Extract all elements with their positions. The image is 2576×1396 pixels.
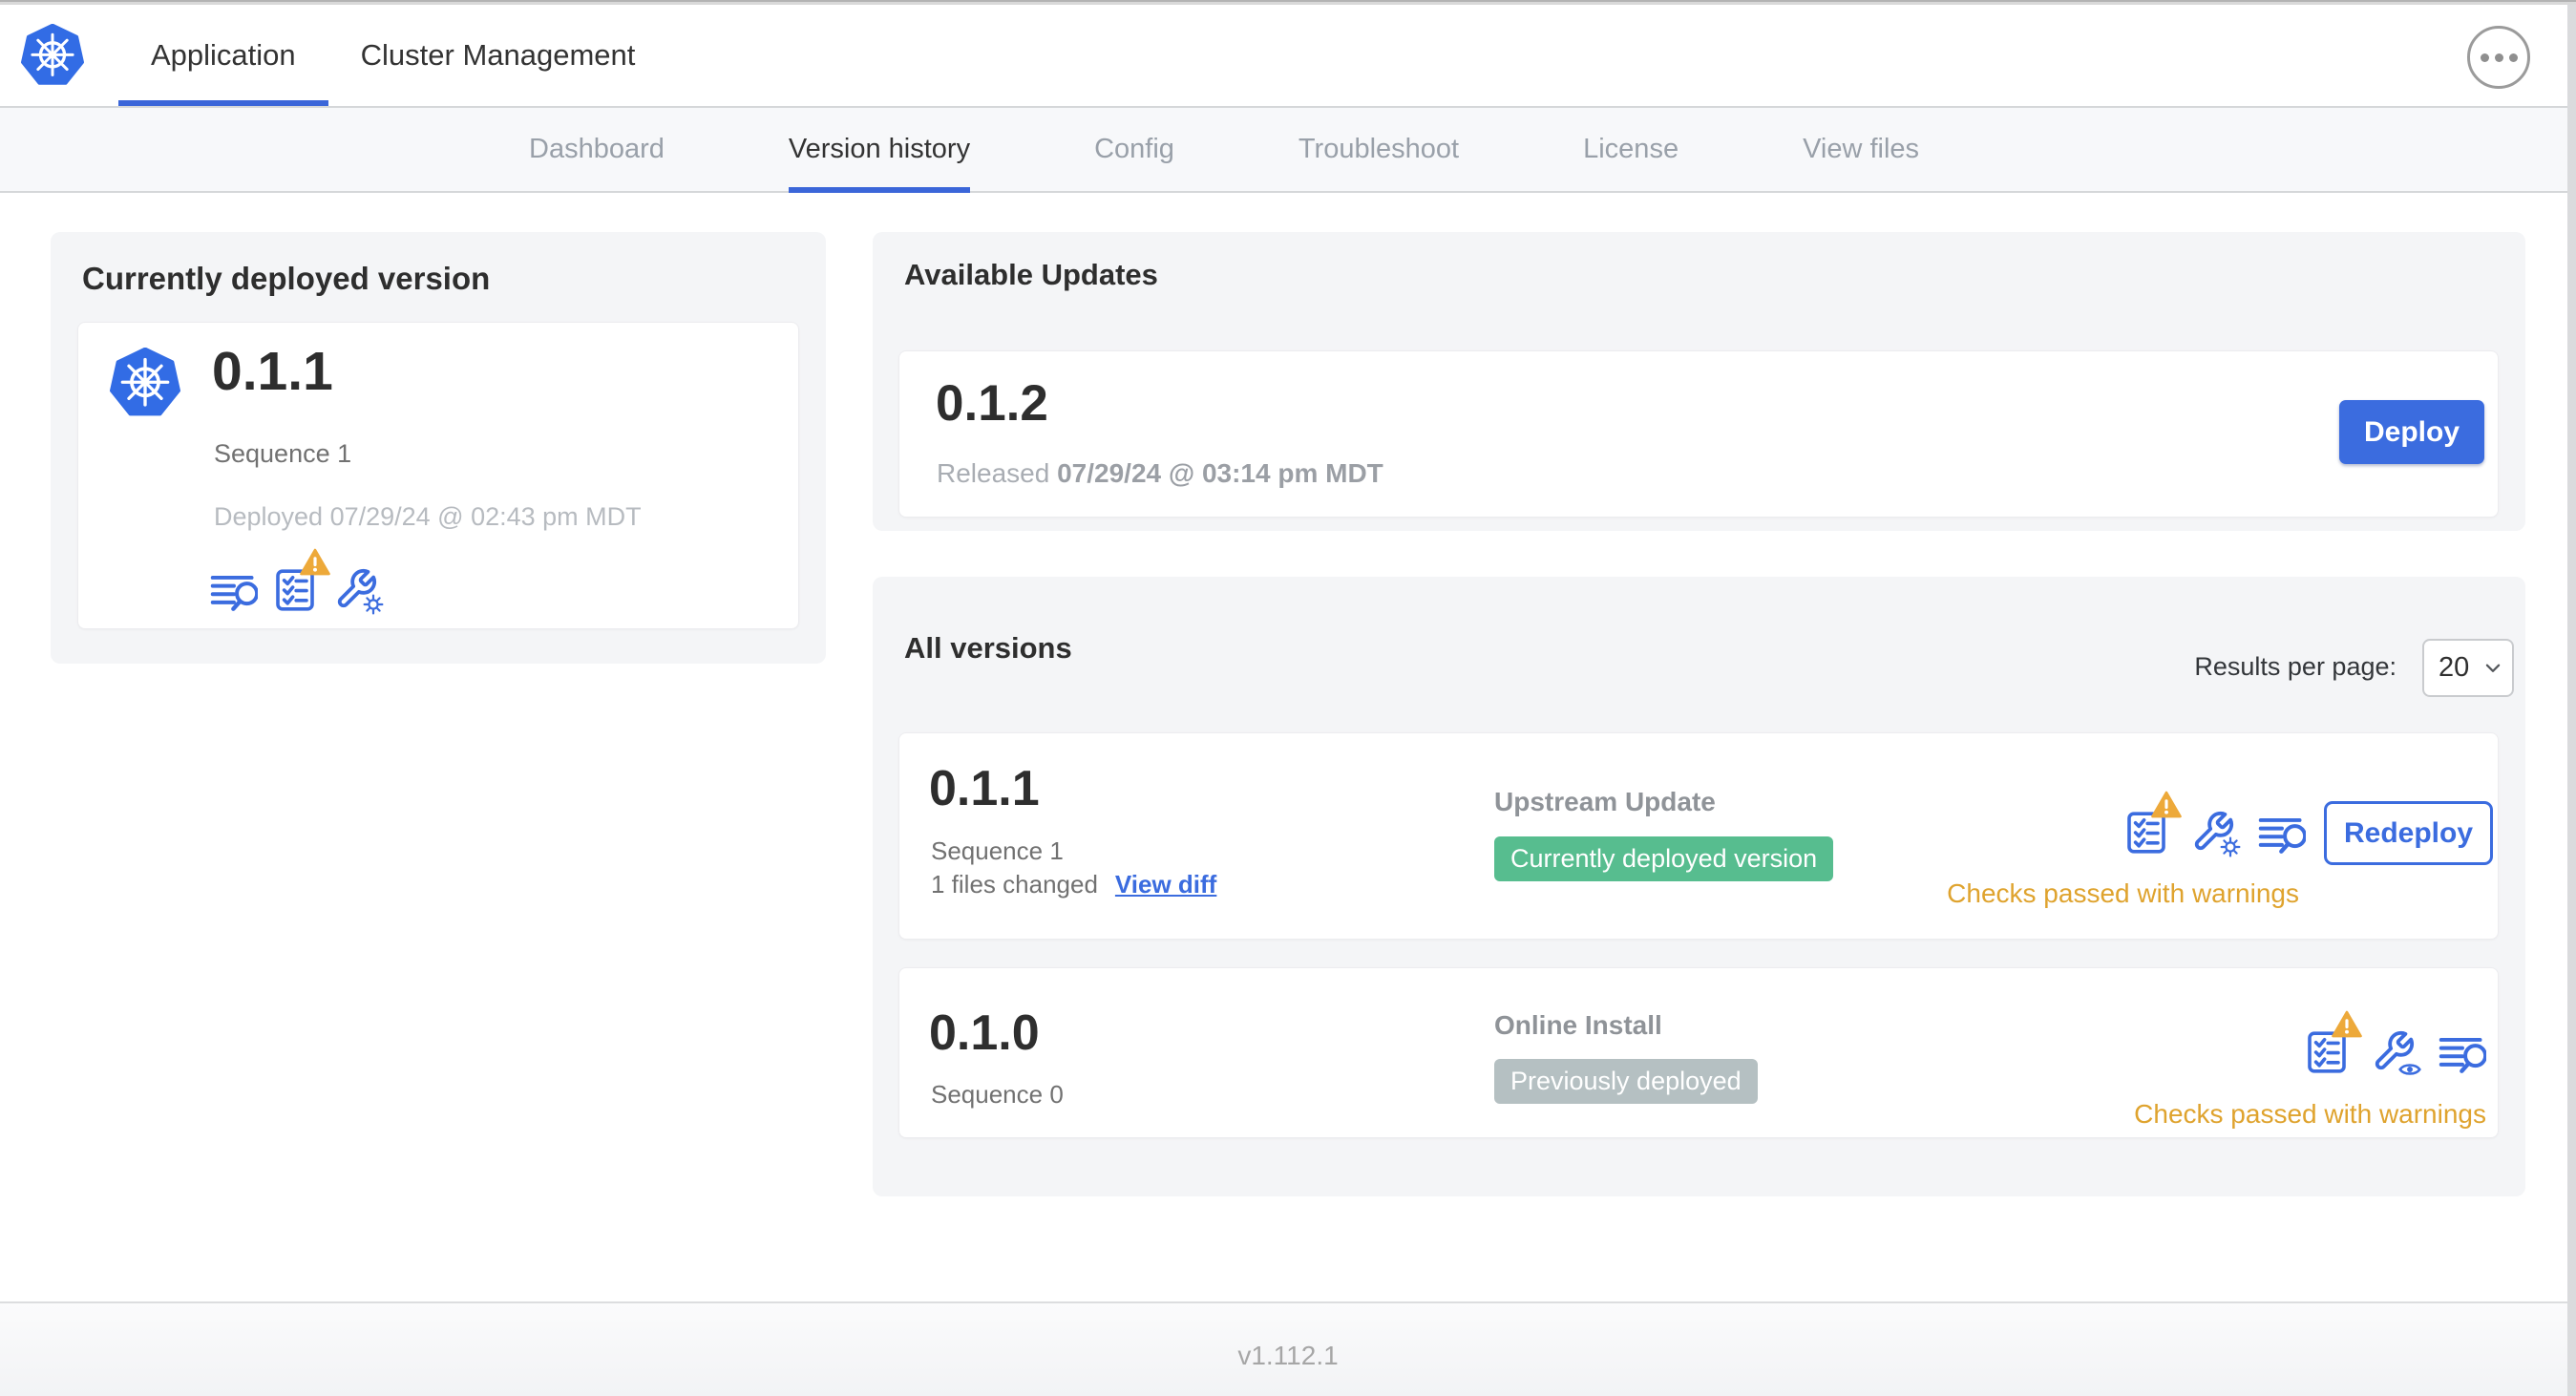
version-row-0-1-0: 0.1.0 Sequence 0 Online Install Previous… [898, 967, 2499, 1138]
update-version-number: 0.1.2 [936, 375, 1048, 432]
warning-icon [2332, 1010, 2362, 1038]
preflight-checks-icon[interactable] [2124, 791, 2182, 856]
subnav-config[interactable]: Config [1094, 108, 1174, 191]
chevron-down-icon [2485, 664, 2501, 672]
currently-deployed-title: Currently deployed version [82, 261, 491, 296]
warning-icon [2151, 791, 2182, 818]
eye-icon [2398, 1064, 2421, 1075]
edit-config-icon[interactable] [334, 567, 384, 615]
gear-icon [363, 594, 384, 615]
kubernetes-logo-icon [21, 24, 84, 85]
tab-cluster-management-label: Cluster Management [360, 38, 636, 72]
kubernetes-app-icon [110, 348, 180, 416]
deploy-button[interactable]: Deploy [2339, 400, 2484, 464]
logs-icon[interactable] [210, 573, 258, 613]
current-version-sequence: Sequence 1 [214, 439, 352, 468]
view-config-icon[interactable] [2372, 1029, 2421, 1075]
all-versions-title: All versions [904, 631, 1072, 665]
ellipsis-icon [2480, 53, 2489, 62]
current-version-actions [210, 546, 384, 615]
tab-cluster-management[interactable]: Cluster Management [328, 5, 668, 106]
checks-status: Checks passed with warnings [1947, 878, 2299, 908]
checks-status: Checks passed with warnings [2134, 1099, 2486, 1129]
tab-application-label: Application [151, 38, 296, 72]
window-right-edge [2567, 0, 2576, 1396]
all-versions-card: All versions Results per page: 20 0.1.1 … [873, 577, 2525, 1196]
status-badge: Currently deployed version [1494, 836, 1834, 881]
row-files-changed: 1 files changed View diff [931, 870, 1217, 899]
results-per-page-label: Results per page: [2194, 652, 2397, 681]
preflight-checks-icon[interactable] [273, 548, 330, 613]
results-per-page-select[interactable]: 20 [2422, 639, 2514, 697]
current-version-deployed-at: Deployed 07/29/24 @ 02:43 pm MDT [214, 502, 642, 531]
app-footer: v1.112.1 [0, 1301, 2576, 1396]
subnav-version-history[interactable]: Version history [788, 108, 971, 193]
available-updates-title: Available Updates [904, 258, 1158, 291]
subnav-dashboard[interactable]: Dashboard [529, 108, 665, 191]
gear-icon [2220, 836, 2241, 857]
row-source: Upstream Update [1494, 787, 1716, 816]
subnav-license[interactable]: License [1583, 108, 1679, 191]
console-version: v1.112.1 [1237, 1340, 1339, 1370]
current-version-number: 0.1.1 [212, 341, 333, 402]
row-sequence: Sequence 0 [931, 1080, 1064, 1109]
available-update-row: 0.1.2 Released 07/29/24 @ 03:14 pm MDT D… [898, 350, 2499, 518]
version-row-0-1-1: 0.1.1 Sequence 1 1 files changed View di… [898, 732, 2499, 940]
update-released-at: Released 07/29/24 @ 03:14 pm MDT [937, 458, 1383, 488]
header-tabs: Application Cluster Management [118, 5, 667, 106]
redeploy-button[interactable]: Redeploy [2324, 801, 2493, 865]
row-version-number: 0.1.1 [929, 761, 1040, 816]
subnav-troubleshoot[interactable]: Troubleshoot [1299, 108, 1459, 191]
view-diff-link[interactable]: View diff [1115, 870, 1216, 899]
app-header: Application Cluster Management [0, 5, 2576, 106]
logs-icon[interactable] [2439, 1035, 2486, 1075]
status-badge: Previously deployed [1494, 1059, 1758, 1104]
row-action-icons [2124, 789, 2306, 857]
available-updates-card: Available Updates 0.1.2 Released 07/29/2… [873, 232, 2525, 531]
warning-icon [300, 548, 330, 576]
subnav-view-files[interactable]: View files [1803, 108, 1919, 191]
tab-application[interactable]: Application [118, 5, 328, 106]
row-version-number: 0.1.0 [929, 1005, 1040, 1061]
preflight-checks-icon[interactable] [2305, 1010, 2362, 1075]
row-action-icons [2305, 1010, 2486, 1075]
edit-config-icon[interactable] [2191, 810, 2241, 857]
window-top-edge [0, 0, 2576, 5]
more-menu-button[interactable] [2467, 26, 2530, 89]
row-sequence: Sequence 1 [931, 836, 1064, 865]
row-source: Online Install [1494, 1010, 1662, 1040]
app-subnav: Dashboard Version history Config Trouble… [0, 106, 2576, 193]
currently-deployed-card: Currently deployed version 0.1.1 Sequenc… [51, 232, 826, 664]
logs-icon[interactable] [2258, 815, 2306, 856]
currently-deployed-version-box: 0.1.1 Sequence 1 Deployed 07/29/24 @ 02:… [77, 322, 799, 629]
